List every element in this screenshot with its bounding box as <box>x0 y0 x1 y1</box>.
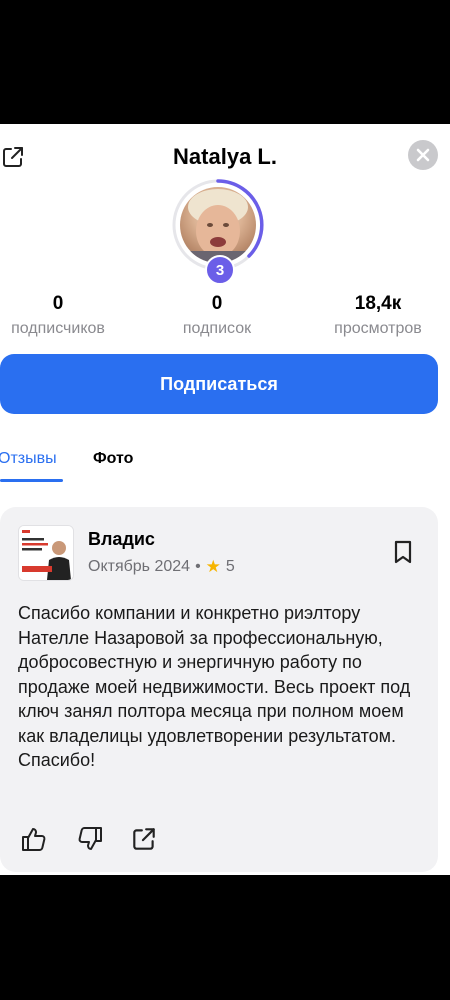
stat-following[interactable]: 0 подписок <box>147 292 287 338</box>
close-button[interactable] <box>408 140 438 170</box>
stat-value: 0 <box>211 293 223 314</box>
active-tab-indicator <box>0 479 63 482</box>
review-text: Спасибо компании и конкретно риэлтору На… <box>18 603 411 770</box>
share-icon[interactable] <box>130 825 158 853</box>
profile-name: Natalya L. <box>173 144 277 169</box>
stat-label: подписчиков <box>11 320 105 337</box>
subscribe-button[interactable]: Подписаться <box>0 354 438 414</box>
avatar <box>180 187 256 263</box>
review-org-thumbnail[interactable] <box>18 525 74 581</box>
stat-label: просмотров <box>334 320 422 337</box>
avatar-block[interactable]: 3 <box>171 177 267 285</box>
stat-value: 0 <box>52 293 64 314</box>
review-author[interactable]: Владис <box>88 529 155 550</box>
bookmark-icon[interactable] <box>392 539 414 565</box>
thumbs-down-icon[interactable] <box>76 825 104 853</box>
star-icon: ★ <box>205 557 221 576</box>
review-meta: Октябрь 2024 • ★ 5 <box>88 557 235 577</box>
stat-views: 18,4к просмотров <box>308 292 448 338</box>
tab-photo[interactable]: Фото <box>93 450 133 468</box>
stat-followers[interactable]: 0 подписчиков <box>0 292 128 338</box>
stat-value: 18,4к <box>354 293 402 314</box>
tab-reviews[interactable]: Отзывы <box>0 450 57 468</box>
stat-label: подписок <box>182 320 252 337</box>
meta-separator: • <box>195 558 201 575</box>
thumbs-up-icon[interactable] <box>20 825 48 853</box>
close-icon <box>416 148 430 162</box>
review-date: Октябрь 2024 <box>88 558 191 575</box>
review-rating: 5 <box>225 558 235 575</box>
review-card: Владис Октябрь 2024 • ★ 5 Спасибо компан… <box>0 507 438 872</box>
level-badge: 3 <box>205 255 235 285</box>
profile-sheet: Natalya L. 3 0 подписчиков 0 подписок 18… <box>0 124 450 875</box>
